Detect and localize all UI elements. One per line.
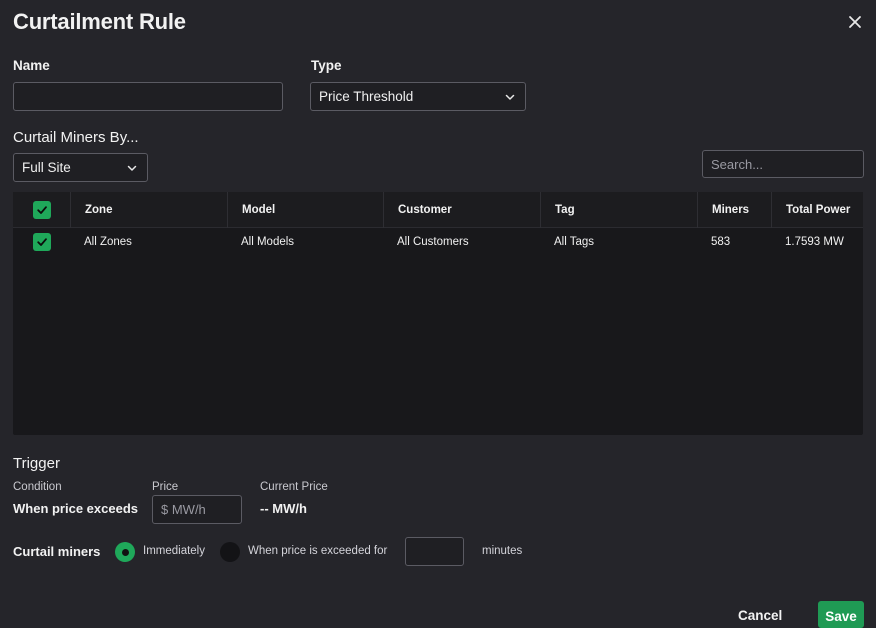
cell-total-power: 1.7593 MW xyxy=(785,236,844,248)
row-checkbox[interactable] xyxy=(32,233,51,251)
radio-exceeded-for[interactable] xyxy=(220,542,240,562)
curtail-miners-label: Curtail miners xyxy=(13,544,101,559)
curtail-by-value: Full Site xyxy=(22,160,71,175)
check-icon xyxy=(36,238,47,246)
column-header-zone[interactable]: Zone xyxy=(70,192,227,228)
curtail-by-select[interactable]: Full Site xyxy=(13,153,148,182)
close-icon xyxy=(849,16,861,28)
select-all-checkbox[interactable] xyxy=(32,201,51,219)
condition-label: Condition xyxy=(13,481,62,493)
radio-exceeded-for-label[interactable]: When price is exceeded for xyxy=(248,545,387,557)
dialog-title: Curtailment Rule xyxy=(13,9,186,34)
save-button[interactable]: Save xyxy=(818,601,864,628)
check-icon xyxy=(36,206,47,214)
type-label: Type xyxy=(311,58,342,73)
miners-table: Zone Model Customer Tag Miners Total Pow… xyxy=(13,192,863,435)
minutes-input[interactable] xyxy=(405,537,464,566)
name-label: Name xyxy=(13,58,50,73)
minutes-label: minutes xyxy=(482,545,523,557)
close-button[interactable] xyxy=(845,12,865,32)
radio-immediately-label[interactable]: Immediately xyxy=(143,545,205,557)
chevron-down-icon xyxy=(127,165,137,171)
price-input[interactable] xyxy=(152,495,242,524)
column-header-miners[interactable]: Miners xyxy=(697,192,771,228)
cell-model: All Models xyxy=(241,236,295,248)
search-input[interactable] xyxy=(702,150,864,178)
price-label: Price xyxy=(152,481,179,493)
column-header-tag[interactable]: Tag xyxy=(540,192,697,228)
type-select-value: Price Threshold xyxy=(319,89,414,104)
cell-tag: All Tags xyxy=(554,236,595,248)
radio-immediately[interactable] xyxy=(115,542,135,562)
current-price-label: Current Price xyxy=(260,481,328,493)
trigger-heading: Trigger xyxy=(13,455,60,472)
cell-zone: All Zones xyxy=(84,236,132,248)
table-header: Zone Model Customer Tag Miners Total Pow… xyxy=(13,192,863,228)
column-header-model[interactable]: Model xyxy=(227,192,384,228)
curtail-by-heading: Curtail Miners By... xyxy=(13,129,139,146)
cell-miners: 583 xyxy=(711,236,731,248)
condition-value: When price exceeds xyxy=(13,501,138,516)
type-select[interactable]: Price Threshold xyxy=(310,82,526,111)
row-select-cell xyxy=(13,228,70,256)
cell-customer: All Customers xyxy=(397,236,469,248)
table-row[interactable]: All Zones All Models All Customers All T… xyxy=(13,228,863,256)
current-price-value: -- MW/h xyxy=(260,501,307,516)
select-all-cell xyxy=(13,192,70,228)
column-header-customer[interactable]: Customer xyxy=(383,192,540,228)
name-input[interactable] xyxy=(13,82,283,111)
chevron-down-icon xyxy=(505,94,515,100)
cancel-button[interactable]: Cancel xyxy=(738,608,782,623)
column-header-total-power[interactable]: Total Power xyxy=(771,192,863,228)
